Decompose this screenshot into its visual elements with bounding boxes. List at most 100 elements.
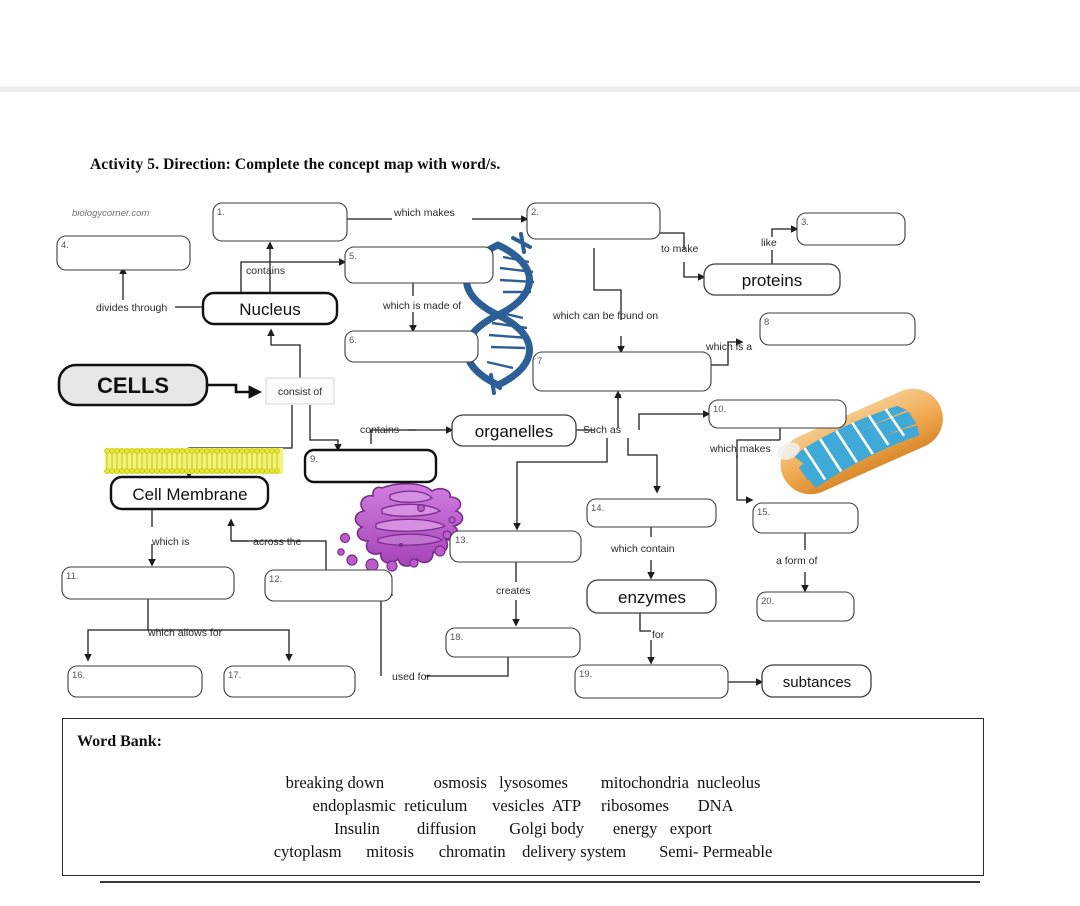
- page-root: Activity 5. Direction: Complete the conc…: [0, 0, 1080, 906]
- blank-box-11[interactable]: 11.: [61, 566, 235, 600]
- connector-cells-to-consist: [207, 383, 263, 399]
- term-label-subtances: subtances: [783, 674, 851, 691]
- blank-box-9[interactable]: 9.: [303, 448, 438, 484]
- blank-box-15-number: 15.: [757, 507, 770, 518]
- connector-label-which-contain: which contain: [610, 543, 675, 555]
- blank-box-6-number: 6.: [349, 335, 357, 346]
- connector-suchas-to-14: [627, 438, 661, 494]
- term-box-nucleus: Nucleus: [201, 291, 339, 326]
- blank-box-8-number: 8: [764, 317, 769, 328]
- blank-box-2[interactable]: 2.: [526, 202, 661, 240]
- bottom-divider-rule: [100, 881, 980, 883]
- connector-suchas-to-10: [638, 410, 711, 430]
- connector-label-such-as: Such as: [583, 424, 621, 436]
- connector-label-creates: creates: [496, 585, 530, 597]
- connector-label-which-makes-1: which makes: [393, 207, 455, 219]
- blank-box-2-number: 2.: [531, 207, 539, 218]
- connector-18-used-for: [425, 657, 509, 677]
- connector-label-which-makes-10: which makes: [709, 443, 771, 455]
- blank-box-14[interactable]: 14.: [586, 498, 717, 528]
- blank-box-4[interactable]: 4.: [56, 235, 191, 271]
- connector-label-a-form-of: a form of: [776, 555, 818, 567]
- connector-label-divides-through: divides through: [96, 302, 167, 314]
- blank-box-14-number: 14.: [591, 503, 604, 514]
- term-label-enzymes: enzymes: [618, 588, 686, 607]
- word-bank-row: cytoplasm mitosis chromatin delivery sys…: [273, 842, 773, 861]
- word-bank-row: Insulin diffusion Golgi body energy expo…: [334, 819, 712, 838]
- connector-label-which-is-made-of: which is made of: [382, 300, 461, 312]
- connector-label-which-allows-for: which allows for: [147, 627, 223, 639]
- term-label-organelles: organelles: [475, 422, 553, 441]
- connector-label-which-is: which is: [151, 536, 189, 548]
- blank-box-16-number: 16.: [72, 670, 85, 681]
- connector-label-contains-organelles: contains: [360, 424, 399, 436]
- golgi-body-illustration: [337, 482, 464, 572]
- connector-label-across-the: across the: [253, 536, 302, 548]
- term-box-proteins: proteins: [703, 263, 841, 296]
- word-bank-row: breaking down osmosis lysosomes mitochon…: [285, 773, 761, 792]
- blank-box-5[interactable]: 5.: [344, 246, 494, 284]
- blank-box-12[interactable]: 12.: [264, 569, 393, 602]
- connector-box-consist-of: consist of: [265, 377, 335, 405]
- blank-box-19-number: 19.: [579, 669, 592, 680]
- connector-label-used-for: used for: [392, 671, 430, 683]
- term-label-cell-membrane: Cell Membrane: [132, 485, 247, 504]
- connector-to-16: [84, 629, 148, 662]
- connector-to-3: [771, 225, 799, 237]
- blank-box-17[interactable]: 17.: [223, 665, 356, 698]
- blank-box-20-number: 20.: [761, 596, 774, 607]
- connector-consist-to-nucleus: [267, 328, 301, 378]
- blank-box-5-number: 5.: [349, 251, 357, 262]
- blank-box-3-number: 3.: [801, 217, 809, 228]
- blank-box-15[interactable]: 15.: [752, 502, 859, 534]
- phospholipid-bilayer-illustration: [104, 448, 283, 474]
- word-bank-rows: breaking down osmosis lysosomes mitochon…: [63, 771, 983, 863]
- connector-label-which-can-be-found-on: which can be found on: [552, 310, 658, 322]
- term-box-enzymes: enzymes: [586, 579, 717, 614]
- connector-label-for: for: [652, 629, 665, 641]
- term-label-proteins: proteins: [742, 271, 802, 290]
- blank-box-19[interactable]: 19.: [574, 664, 729, 699]
- blank-box-18-number: 18.: [450, 632, 463, 643]
- blank-box-10[interactable]: 10.: [708, 399, 847, 429]
- connector-consist-to-9: [309, 405, 342, 452]
- connector-label-consist-of: consist of: [278, 386, 322, 398]
- blank-box-7[interactable]: 7: [532, 351, 712, 392]
- blank-box-20[interactable]: 20.: [756, 591, 855, 622]
- term-box-organelles: organelles: [451, 414, 577, 447]
- word-bank-title: Word Bank:: [77, 733, 162, 750]
- term-box-subtances: subtances: [761, 664, 872, 698]
- connector-label-to-make: to make: [661, 243, 699, 255]
- blank-box-12-number: 12.: [269, 574, 282, 585]
- blank-box-11-number: 11.: [66, 571, 79, 582]
- blank-box-18[interactable]: 18.: [445, 627, 581, 658]
- biologycorner-watermark: biologycorner.com: [72, 208, 149, 219]
- term-label-nucleus: Nucleus: [239, 300, 300, 319]
- connector-label-contains-nucleus: contains: [246, 265, 285, 277]
- blank-box-10-number: 10.: [713, 404, 726, 415]
- blank-box-9-number: 9.: [310, 454, 318, 465]
- word-bank-panel: Word Bank: breaking down osmosis lysosom…: [62, 718, 984, 876]
- blank-box-6[interactable]: 6.: [344, 330, 479, 363]
- blank-box-4-number: 4.: [61, 240, 69, 251]
- connector-enzymes-for: [639, 613, 651, 632]
- blank-box-8[interactable]: 8: [759, 312, 916, 346]
- blank-box-13-number: 13.: [455, 535, 468, 546]
- term-box-cells: CELLS: [57, 363, 209, 407]
- blank-box-13[interactable]: 13.: [449, 530, 582, 563]
- term-box-cell-membrane: Cell Membrane: [109, 475, 270, 511]
- mitochondrion-illustration: [776, 388, 943, 495]
- connector-used-for-to-12: [380, 591, 394, 676]
- blank-box-7-number: 7: [537, 356, 542, 367]
- blank-box-16[interactable]: 16.: [67, 665, 203, 698]
- connector-label-like: like: [761, 237, 777, 249]
- blank-box-17-number: 17.: [228, 670, 241, 681]
- blank-box-1[interactable]: 1.: [212, 202, 348, 242]
- term-label-cells: CELLS: [97, 373, 169, 398]
- connector-to-15: [736, 455, 754, 504]
- word-bank-row: endoplasmic reticulum vesicles ATP ribos…: [312, 796, 734, 815]
- blank-box-3[interactable]: 3.: [796, 212, 906, 246]
- blank-box-1-number: 1.: [217, 207, 225, 218]
- connector-to-proteins: [683, 262, 706, 281]
- connector-label-which-is-a: which is a: [705, 341, 752, 353]
